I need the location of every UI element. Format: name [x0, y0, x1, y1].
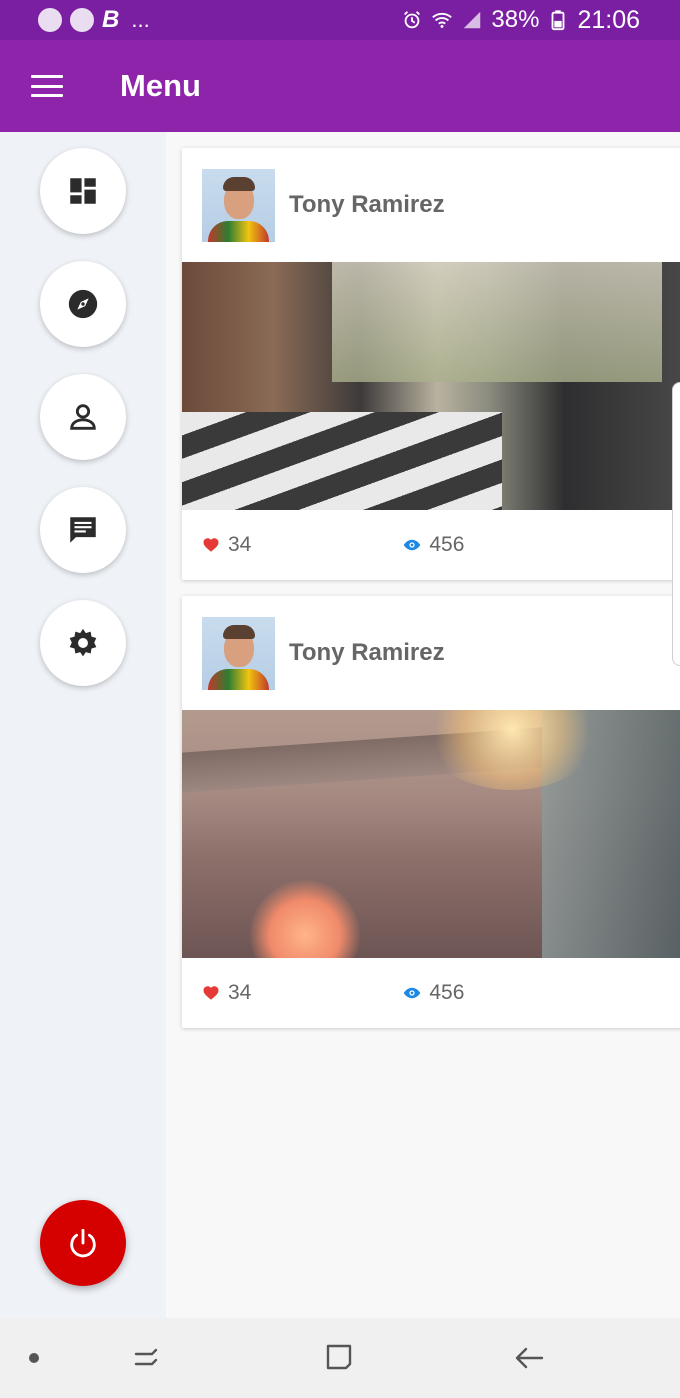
message-icon	[70, 517, 96, 543]
more-notifications: ...	[131, 7, 150, 32]
alarm-icon	[404, 11, 421, 29]
settings-button[interactable]	[40, 600, 126, 686]
post-stats: 34 456	[182, 510, 680, 580]
recent-apps-button[interactable]	[130, 1340, 166, 1376]
heart-icon	[203, 986, 219, 1000]
author-name[interactable]: Tony Ramirez	[289, 191, 445, 219]
status-bar: B ... 38% 21:06	[0, 0, 680, 40]
settings-icon	[69, 628, 97, 657]
dashboard-button[interactable]	[40, 148, 126, 234]
likes-stat[interactable]: 34	[202, 533, 251, 557]
avatar[interactable]	[202, 616, 275, 690]
status-left: B ...	[38, 6, 150, 34]
edge-panel-handle[interactable]	[672, 382, 680, 666]
home-button[interactable]	[322, 1340, 358, 1376]
back-button[interactable]	[512, 1340, 548, 1376]
likes-stat[interactable]: 34	[202, 981, 251, 1005]
power-icon	[70, 1228, 96, 1258]
likes-count: 34	[228, 981, 252, 1004]
menu-icon[interactable]	[31, 75, 63, 97]
person-icon	[70, 404, 96, 430]
side-menu	[0, 132, 166, 1318]
post-stats: 34 456	[182, 958, 680, 1028]
views-stat: 456	[403, 981, 464, 1005]
dashboard-icon	[70, 178, 96, 204]
avatar[interactable]	[202, 168, 275, 242]
back-icon	[515, 1347, 544, 1369]
page-title: Menu	[120, 68, 201, 103]
profile-button[interactable]	[40, 374, 126, 460]
likes-count: 34	[228, 533, 252, 556]
battery-icon	[552, 10, 565, 31]
wifi-icon	[432, 12, 453, 28]
views-stat: 456	[403, 533, 464, 557]
power-button[interactable]	[40, 1200, 126, 1286]
explore-button[interactable]	[40, 261, 126, 347]
views-count: 456	[429, 533, 465, 556]
author-name[interactable]: Tony Ramirez	[289, 639, 445, 667]
chat-icon	[70, 8, 94, 32]
post-card[interactable]: Tony Ramirez 34 456	[182, 148, 680, 580]
messenger-icon	[38, 8, 62, 32]
battery-percent: 38%	[491, 6, 540, 33]
screen: B ... 38% 21:06 Menu Tony Ramirez 34 456…	[0, 0, 680, 1398]
eye-icon	[404, 539, 421, 551]
heart-icon	[203, 538, 219, 552]
feed: Tony Ramirez 34 456 Tony Ramirez 34 456	[166, 132, 680, 1318]
messages-button[interactable]	[40, 487, 126, 573]
b-letter-icon: B	[102, 6, 120, 33]
post-card[interactable]: Tony Ramirez 34 456	[182, 596, 680, 1028]
signal-icon	[464, 11, 481, 29]
views-count: 456	[429, 981, 465, 1004]
app-bar: Menu	[0, 40, 680, 132]
post-image[interactable]	[182, 710, 680, 958]
post-image[interactable]	[182, 262, 680, 510]
post-header: Tony Ramirez	[182, 596, 680, 710]
home-icon	[326, 1344, 352, 1370]
status-right: 38% 21:06	[401, 6, 640, 35]
eye-icon	[404, 987, 421, 999]
clock: 21:06	[577, 5, 640, 34]
recent-apps-icon	[134, 1348, 158, 1366]
compass-icon	[68, 289, 98, 319]
nav-dot-indicator	[29, 1353, 39, 1363]
post-header: Tony Ramirez	[182, 148, 680, 262]
